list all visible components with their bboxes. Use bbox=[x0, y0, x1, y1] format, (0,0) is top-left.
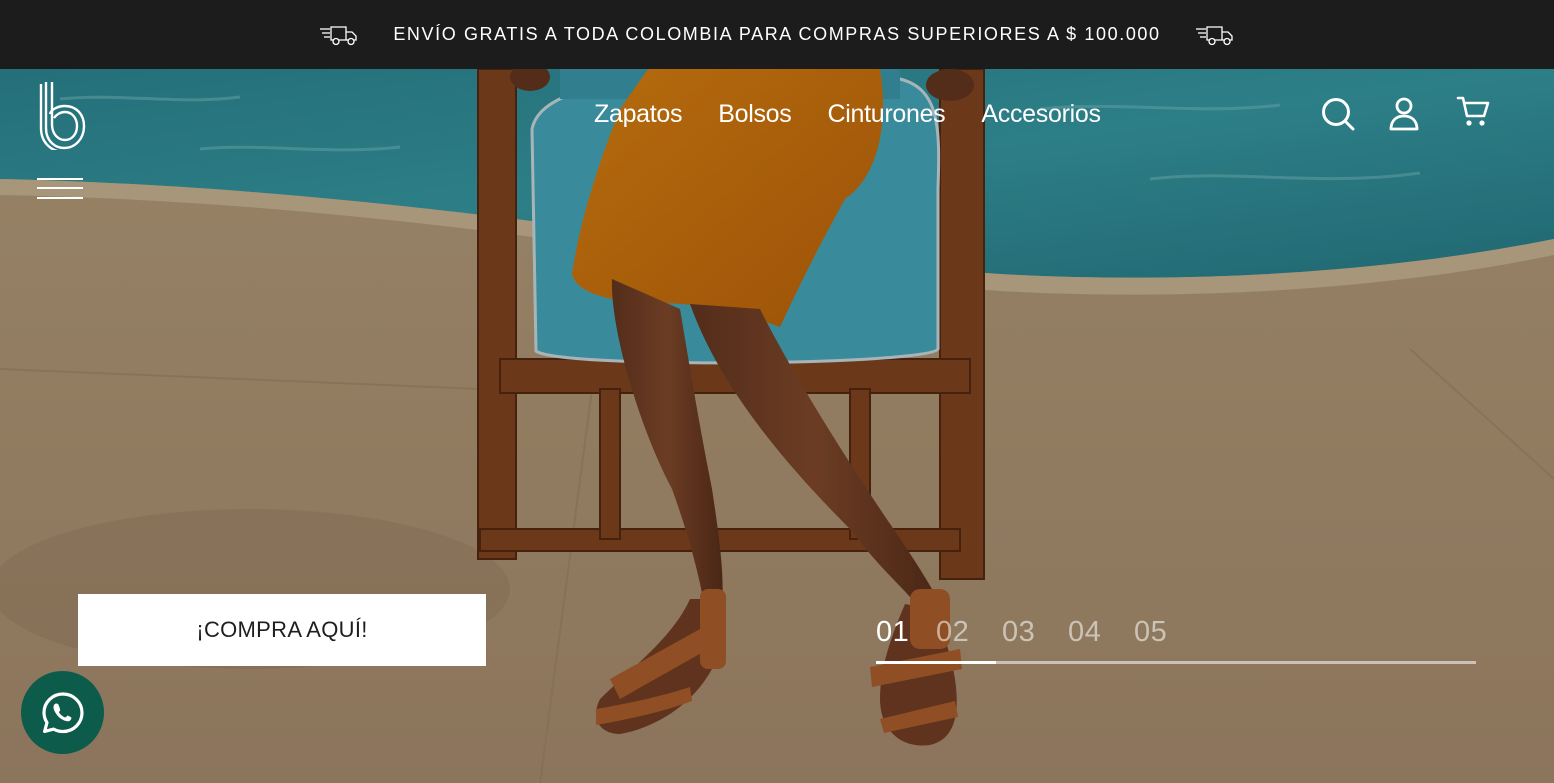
slide-number-5[interactable]: 05 bbox=[1134, 612, 1200, 652]
user-account-icon[interactable] bbox=[1386, 96, 1422, 132]
header-actions bbox=[0, 94, 1554, 134]
slide-progress-fill bbox=[876, 661, 996, 664]
slide-number-3[interactable]: 03 bbox=[1002, 612, 1068, 652]
hamburger-menu-icon[interactable] bbox=[37, 178, 84, 200]
announcement-bar: ENVÍO GRATIS A TODA COLOMBIA PARA COMPRA… bbox=[0, 0, 1554, 69]
whatsapp-button[interactable] bbox=[21, 671, 104, 754]
search-icon[interactable] bbox=[1320, 96, 1356, 132]
delivery-truck-icon bbox=[320, 25, 357, 45]
slide-number-list: 01 02 03 04 05 bbox=[876, 612, 1476, 652]
hero-banner[interactable] bbox=[0, 69, 1554, 783]
shop-now-button[interactable]: ¡COMPRA AQUÍ! bbox=[78, 594, 486, 666]
slide-progress-track bbox=[876, 661, 1476, 664]
slide-number-1[interactable]: 01 bbox=[876, 612, 936, 652]
slide-pagination: 01 02 03 04 05 bbox=[876, 612, 1476, 668]
delivery-truck-icon bbox=[1195, 25, 1233, 45]
whatsapp-icon bbox=[41, 691, 84, 733]
hero-image bbox=[0, 69, 1554, 783]
slide-number-4[interactable]: 04 bbox=[1068, 612, 1134, 652]
announcement-text: ENVÍO GRATIS A TODA COLOMBIA PARA COMPRA… bbox=[393, 24, 1161, 44]
slide-number-2[interactable]: 02 bbox=[936, 612, 1002, 652]
shopping-cart-icon[interactable] bbox=[1456, 94, 1492, 130]
